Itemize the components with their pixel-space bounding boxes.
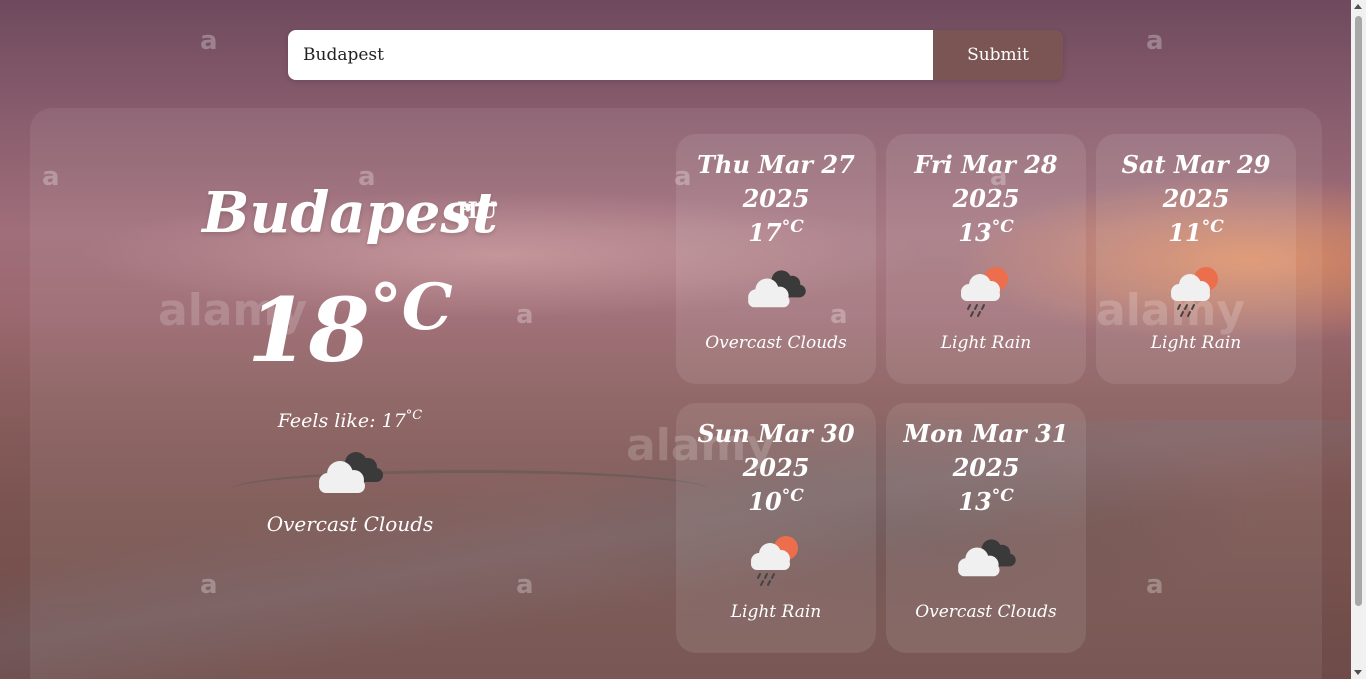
forecast-temp-value: 17 bbox=[748, 218, 782, 247]
country-code: HU bbox=[457, 198, 497, 224]
forecast-year: 2025 bbox=[1162, 184, 1230, 213]
current-weather: Budapest HU 18°C Feels like: 17°C Overca… bbox=[150, 180, 550, 536]
forecast-temp-unit: °C bbox=[991, 486, 1014, 506]
forecast-year: 2025 bbox=[742, 453, 810, 482]
forecast-date: Thu Mar 27 bbox=[697, 150, 855, 179]
temperature-unit: °C bbox=[369, 270, 453, 345]
overcast-clouds-icon bbox=[740, 265, 812, 319]
forecast-card: Sat Mar 29 2025 11°C Light Rain bbox=[1096, 134, 1296, 384]
forecast-date: Fri Mar 28 bbox=[914, 150, 1058, 179]
light-rain-icon bbox=[950, 265, 1022, 319]
forecast-temp-value: 10 bbox=[748, 487, 782, 516]
forecast-description: Light Rain bbox=[1150, 333, 1242, 353]
feels-like-value: 17 bbox=[381, 410, 406, 432]
forecast-temperature: 11°C bbox=[1096, 216, 1296, 253]
feels-like-unit: °C bbox=[405, 408, 423, 423]
feels-like-label: Feels like: bbox=[277, 410, 376, 432]
forecast-temp-unit: °C bbox=[781, 217, 804, 237]
forecast-temp-unit: °C bbox=[991, 217, 1014, 237]
forecast-temp-value: 13 bbox=[958, 218, 992, 247]
forecast-temp-unit: °C bbox=[781, 486, 804, 506]
forecast-temp-value: 11 bbox=[1168, 218, 1202, 247]
forecast-year: 2025 bbox=[742, 184, 810, 213]
forecast-temperature: 17°C bbox=[676, 216, 876, 253]
forecast-card: Thu Mar 27 2025 17°C Overcast Clouds bbox=[676, 134, 876, 384]
forecast-card: Mon Mar 31 2025 13°C Overcast Clouds bbox=[886, 403, 1086, 653]
forecast-year: 2025 bbox=[952, 453, 1020, 482]
forecast-description: Light Rain bbox=[940, 333, 1032, 353]
forecast-temp-value: 13 bbox=[958, 487, 992, 516]
scroll-down-arrow-icon[interactable] bbox=[1354, 670, 1362, 675]
vertical-scrollbar[interactable] bbox=[1351, 0, 1366, 679]
forecast-date: Mon Mar 31 bbox=[903, 419, 1069, 448]
feels-like: Feels like: 17°C bbox=[150, 408, 550, 432]
temperature-value: 18 bbox=[247, 278, 370, 382]
location-heading: Budapest HU bbox=[150, 180, 550, 260]
light-rain-icon bbox=[740, 534, 812, 588]
city-name: Budapest bbox=[202, 180, 498, 246]
scrollbar-thumb[interactable] bbox=[1355, 16, 1362, 606]
forecast-card: Sun Mar 30 2025 10°C Light Rain bbox=[676, 403, 876, 653]
forecast-card: Fri Mar 28 2025 13°C Light Rain bbox=[886, 134, 1086, 384]
city-search-input[interactable] bbox=[288, 30, 933, 80]
forecast-description: Light Rain bbox=[730, 602, 822, 622]
current-description: Overcast Clouds bbox=[266, 512, 434, 536]
watermark-a: a bbox=[200, 26, 218, 56]
forecast-temperature: 13°C bbox=[886, 216, 1086, 253]
scroll-up-arrow-icon[interactable] bbox=[1354, 4, 1362, 9]
watermark-a: a bbox=[1146, 26, 1164, 56]
forecast-date: Sun Mar 30 bbox=[697, 419, 855, 448]
forecast-temperature: 10°C bbox=[676, 485, 876, 522]
forecast-temp-unit: °C bbox=[1201, 217, 1224, 237]
current-temperature: 18°C bbox=[150, 270, 550, 390]
search-form: Submit bbox=[288, 30, 1063, 80]
forecast-description: Overcast Clouds bbox=[915, 602, 1057, 622]
forecast-date: Sat Mar 29 bbox=[1121, 150, 1271, 179]
forecast-temperature: 13°C bbox=[886, 485, 1086, 522]
forecast-description: Overcast Clouds bbox=[705, 333, 847, 353]
overcast-clouds-icon bbox=[310, 448, 390, 504]
submit-button[interactable]: Submit bbox=[933, 30, 1063, 80]
overcast-clouds-icon bbox=[950, 534, 1022, 588]
forecast-year: 2025 bbox=[952, 184, 1020, 213]
light-rain-icon bbox=[1160, 265, 1232, 319]
